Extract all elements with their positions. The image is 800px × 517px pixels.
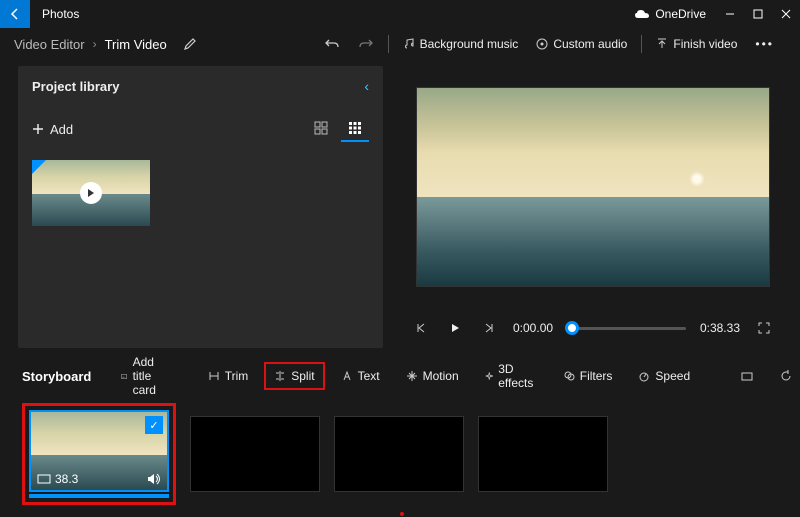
titlecard-icon [121, 371, 127, 382]
more-button[interactable]: ••• [747, 33, 782, 55]
library-title: Project library [32, 79, 119, 94]
empty-slot[interactable] [190, 416, 320, 492]
library-clip[interactable] [32, 160, 150, 226]
volume-icon[interactable] [147, 473, 161, 485]
rotate-button[interactable] [770, 363, 800, 389]
trim-button[interactable]: Trim [198, 362, 259, 390]
motion-icon [406, 370, 418, 382]
editor-toolbar: Background music Custom audio Finish vid… [0, 28, 800, 60]
minimize-button[interactable] [716, 0, 744, 28]
clip-duration[interactable]: 38.3 [37, 472, 78, 486]
current-time: 0:00.00 [513, 321, 553, 335]
text-icon [341, 370, 353, 382]
bg-music-button[interactable]: Background music [395, 33, 527, 55]
next-frame-button[interactable] [479, 323, 499, 333]
prev-frame-button[interactable] [411, 323, 431, 333]
title-bar: Photos OneDrive [0, 0, 800, 28]
redo-button[interactable] [350, 33, 382, 55]
plus-icon [32, 123, 44, 135]
finish-video-button[interactable]: Finish video [648, 33, 745, 55]
storyboard-clip[interactable]: ✓ 38.3 [29, 410, 169, 492]
close-button[interactable] [772, 0, 800, 28]
storyboard-title: Storyboard [22, 369, 91, 384]
seek-bar[interactable] [567, 327, 686, 330]
check-icon: ✓ [145, 416, 163, 434]
resize-button[interactable] [730, 364, 764, 389]
export-icon [656, 38, 668, 50]
trim-icon [208, 370, 220, 382]
text-button[interactable]: Text [331, 362, 390, 390]
selected-corner-icon [32, 160, 46, 174]
playback-controls: 0:00.00 0:38.33 [403, 308, 782, 348]
storyboard-toolbar: Storyboard Add title card Trim Split Tex… [0, 356, 800, 396]
clip-selection-highlight: ✓ 38.3 [22, 403, 176, 505]
music-icon [403, 38, 415, 50]
total-time: 0:38.33 [700, 321, 740, 335]
split-icon [274, 370, 286, 382]
empty-slot[interactable] [334, 416, 464, 492]
fullscreen-icon [758, 322, 770, 334]
rotate-icon [780, 370, 792, 382]
play-overlay-icon [80, 182, 102, 204]
onedrive-status[interactable]: OneDrive [624, 7, 716, 21]
video-preview[interactable] [416, 87, 770, 287]
fullscreen-button[interactable] [754, 322, 774, 334]
cloud-icon [634, 9, 650, 19]
collapse-library-button[interactable]: ‹ [364, 78, 369, 94]
undo-icon [324, 37, 340, 51]
back-button[interactable] [0, 0, 30, 28]
grid-large-icon [314, 121, 328, 135]
custom-audio-button[interactable]: Custom audio [528, 33, 635, 55]
undo-button[interactable] [316, 33, 348, 55]
add-media-button[interactable]: Add [32, 122, 73, 137]
filters-icon [563, 370, 575, 382]
split-button[interactable]: Split [264, 362, 324, 390]
filters-button[interactable]: Filters [553, 362, 623, 390]
redo-icon [358, 37, 374, 51]
project-library-panel: Project library ‹ Add [18, 66, 383, 348]
speed-button[interactable]: Speed [628, 362, 700, 390]
grid-small-icon [348, 121, 362, 135]
play-button[interactable] [445, 323, 465, 333]
more-icon: ••• [755, 37, 774, 51]
maximize-button[interactable] [744, 0, 772, 28]
3d-effects-button[interactable]: 3D effects [475, 355, 547, 397]
audio-icon [536, 38, 548, 50]
seek-handle[interactable] [565, 321, 579, 335]
duration-icon [37, 474, 51, 484]
empty-slot[interactable] [478, 416, 608, 492]
view-small-button[interactable] [341, 116, 369, 142]
app-title: Photos [30, 7, 91, 21]
sparkle-icon [485, 370, 494, 382]
view-large-button[interactable] [307, 116, 335, 142]
crop-icon [740, 371, 754, 382]
motion-button[interactable]: Motion [396, 362, 469, 390]
storyboard-row: ✓ 38.3 [0, 396, 800, 512]
speed-icon [638, 370, 650, 382]
